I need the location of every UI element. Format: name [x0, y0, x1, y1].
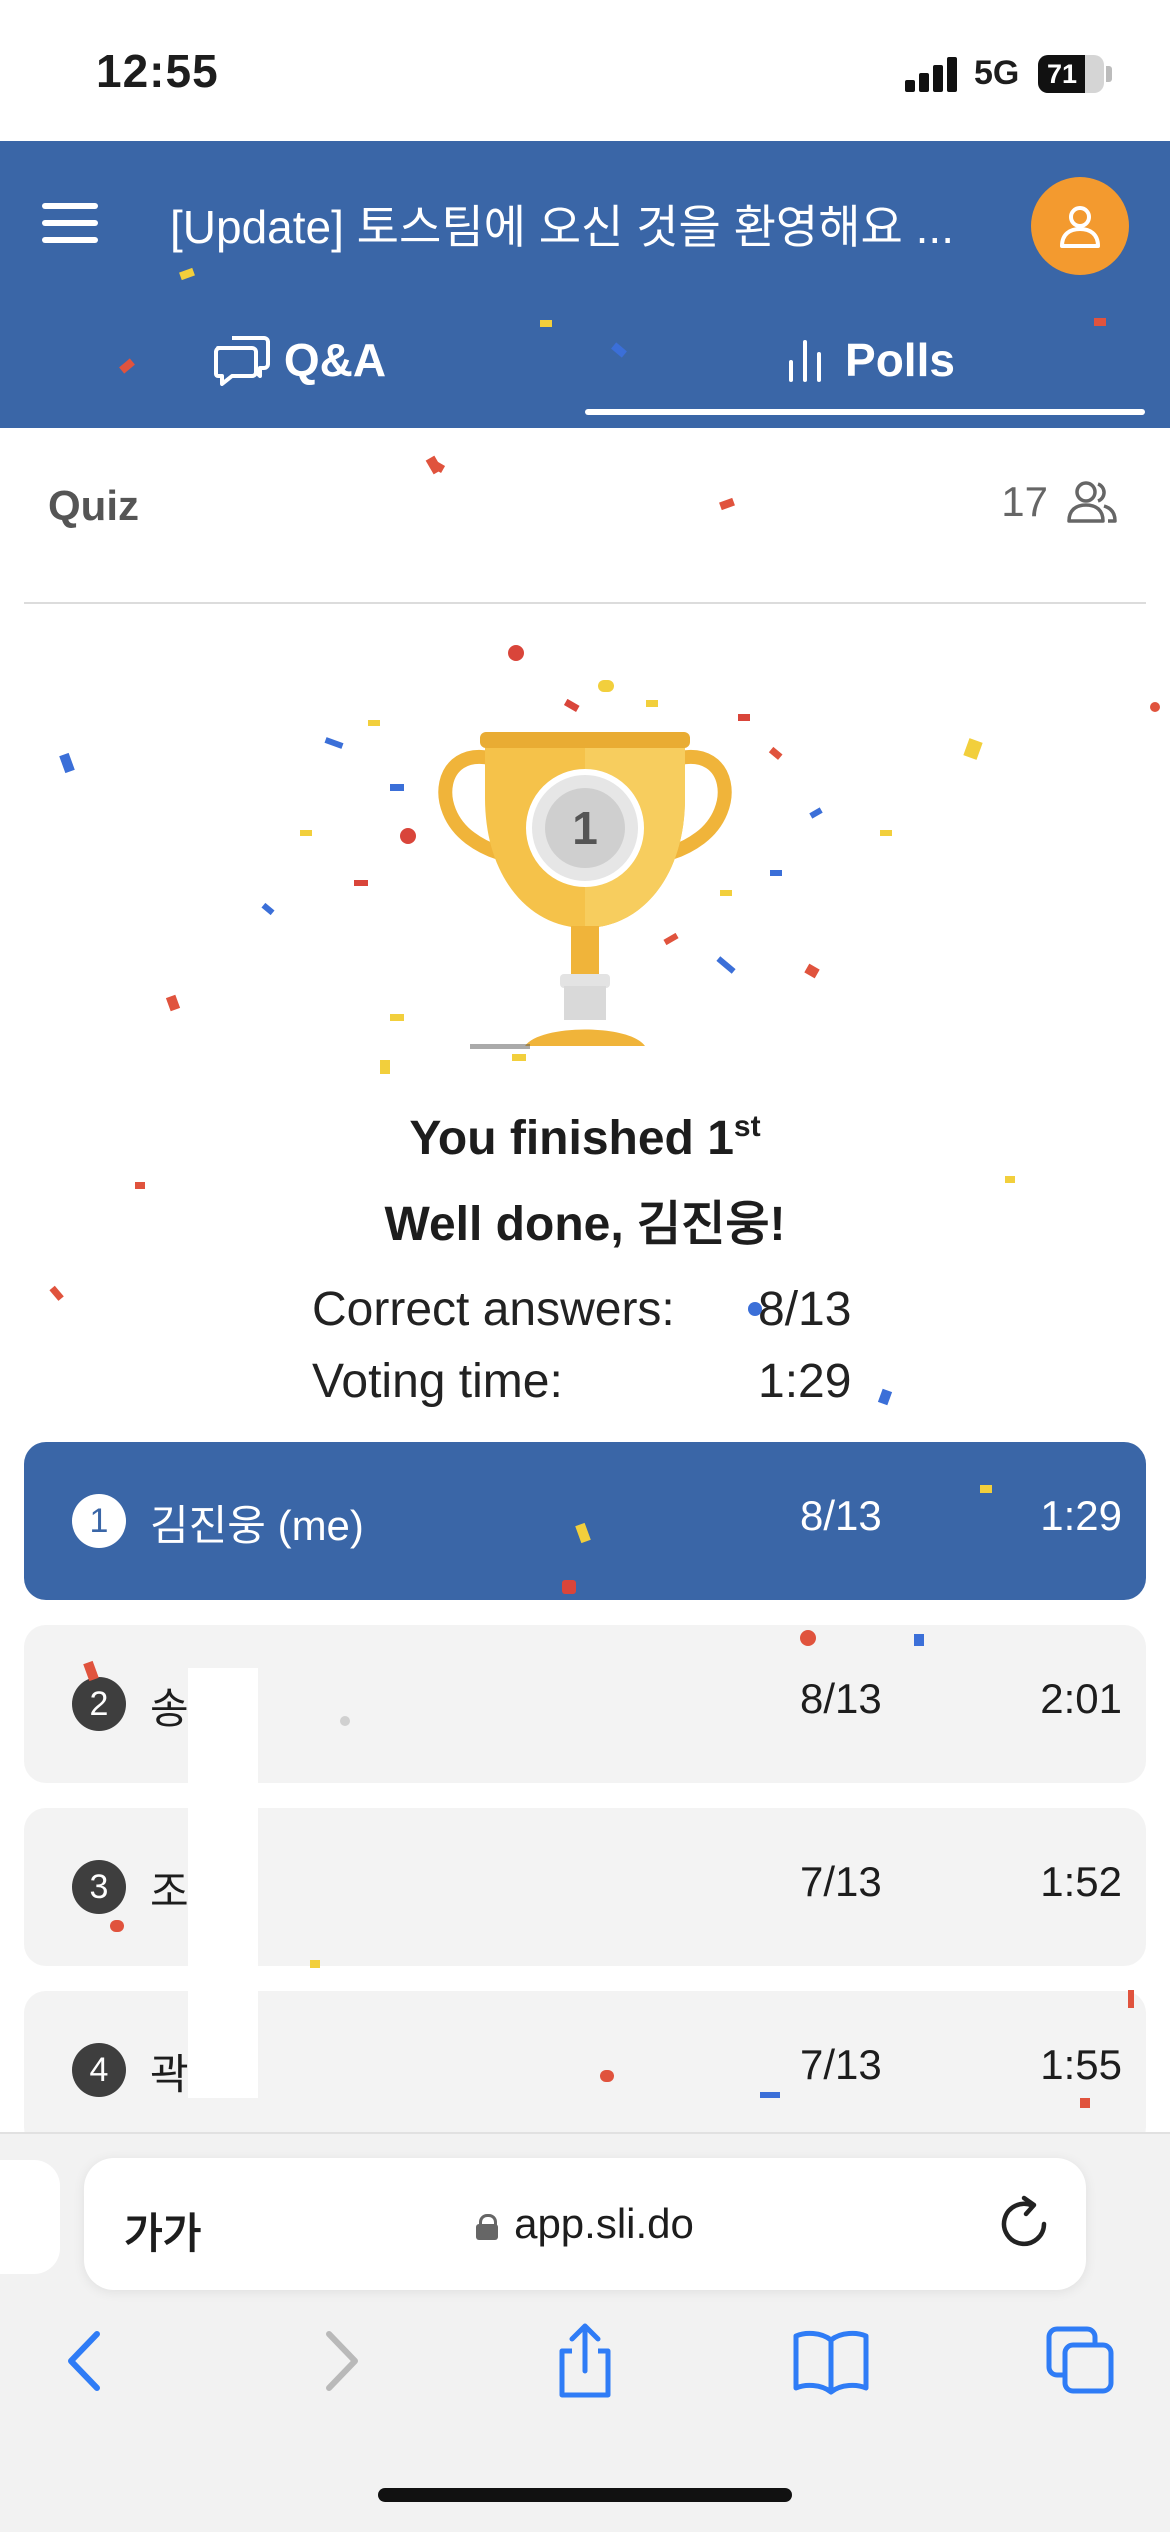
participant-count-value: 17: [1001, 478, 1048, 525]
status-bar: 12:55 5G 71: [0, 0, 1170, 141]
browser-chrome: 가가 app.sli.do: [0, 2132, 1170, 2532]
stat-time-value: 1:29: [758, 1355, 852, 1408]
share-button[interactable]: [540, 2316, 630, 2406]
person-icon: [1060, 206, 1100, 248]
tabs-icon: [1046, 2326, 1114, 2394]
chat-bubbles-icon: [213, 336, 270, 386]
battery-icon: 71: [1038, 55, 1104, 93]
rank-badge: 1: [72, 1494, 126, 1548]
status-time: 12:55: [96, 45, 219, 97]
stat-correct-value: 8/13: [758, 1283, 852, 1336]
stat-time-label: Voting time:: [312, 1355, 563, 1408]
participant-score: 8/13: [800, 1492, 882, 1539]
rank-badge: 2: [72, 1677, 126, 1731]
participant-name: 곽: [150, 2051, 189, 2098]
share-icon: [559, 2323, 611, 2398]
participant-name: 송: [150, 1685, 189, 1732]
cellular-signal-icon: [905, 56, 959, 92]
bookmarks-button[interactable]: [786, 2316, 876, 2406]
previous-tab-card[interactable]: [0, 2160, 60, 2274]
tab-qa[interactable]: Q&A: [0, 307, 600, 413]
participant-time: 1:29: [1040, 1492, 1122, 1539]
url-display: app.sli.do: [84, 2200, 1086, 2248]
rank-badge: 4: [72, 2043, 126, 2097]
forward-icon: [326, 2331, 358, 2391]
participant-name: 조: [150, 1868, 189, 1915]
event-header: [Update] 토스팀에 오신 것을 환영해요 ... Q&A Polls: [0, 141, 1170, 428]
quiz-label: Quiz: [48, 482, 139, 529]
back-icon: [68, 2331, 100, 2391]
participant-score: 8/13: [800, 1675, 882, 1722]
trophy-icon: 1: [438, 732, 732, 1049]
lock-icon: [476, 2214, 499, 2240]
participant-time: 1:55: [1040, 2041, 1122, 2088]
participants-icon: [1067, 481, 1117, 523]
bookmarks-icon: [793, 2330, 869, 2395]
address-bar[interactable]: 가가 app.sli.do: [84, 2158, 1086, 2290]
active-tab-indicator: [585, 409, 1145, 415]
trophy-rank: 1: [572, 802, 598, 854]
tab-polls-label: Polls: [845, 334, 955, 386]
tab-qa-label: Q&A: [283, 334, 387, 386]
forward-button[interactable]: [294, 2316, 384, 2406]
bar-chart-icon: [789, 340, 822, 382]
result-headline: You finished 1st: [0, 1110, 1170, 1166]
user-avatar[interactable]: [1031, 177, 1129, 275]
name-redaction: [188, 1668, 258, 2098]
participant-time: 2:01: [1040, 1675, 1122, 1722]
app-screen: 12:55 5G 71 [Update] 토스팀에 오신 것을 환영해요 ...: [0, 0, 1170, 2532]
event-title: [Update] 토스팀에 오신 것을 환영해요 ...: [170, 201, 954, 253]
result-headline-text: You finished 1: [409, 1112, 734, 1165]
battery-level: 71: [1046, 59, 1078, 89]
tabs-button[interactable]: [1036, 2316, 1126, 2406]
result-congrats: Well done, 김진웅!: [384, 1198, 786, 1251]
leaderboard-row-me[interactable]: 1 김진웅 (me) 8/13 1:29: [24, 1442, 1146, 1600]
network-type: 5G: [974, 54, 1020, 92]
tab-polls[interactable]: Polls: [590, 307, 1150, 413]
participant-score: 7/13: [800, 2041, 882, 2088]
hamburger-menu-icon[interactable]: [42, 203, 100, 243]
result-ordinal-suffix: st: [733, 1110, 761, 1143]
back-button[interactable]: [42, 2316, 132, 2406]
participant-score: 7/13: [800, 1858, 882, 1905]
url-text: app.sli.do: [514, 2200, 694, 2247]
participant-time: 1:52: [1040, 1858, 1122, 1905]
participant-name: 김진웅 (me): [150, 1502, 364, 1549]
stat-correct-label: Correct answers:: [312, 1283, 675, 1336]
rank-badge: 3: [72, 1860, 126, 1914]
battery-cap: [1106, 66, 1112, 82]
home-indicator: [378, 2488, 792, 2502]
participant-count: 17: [1001, 478, 1118, 526]
quiz-bar: Quiz 17: [24, 428, 1146, 604]
reload-icon[interactable]: [992, 2192, 1056, 2256]
